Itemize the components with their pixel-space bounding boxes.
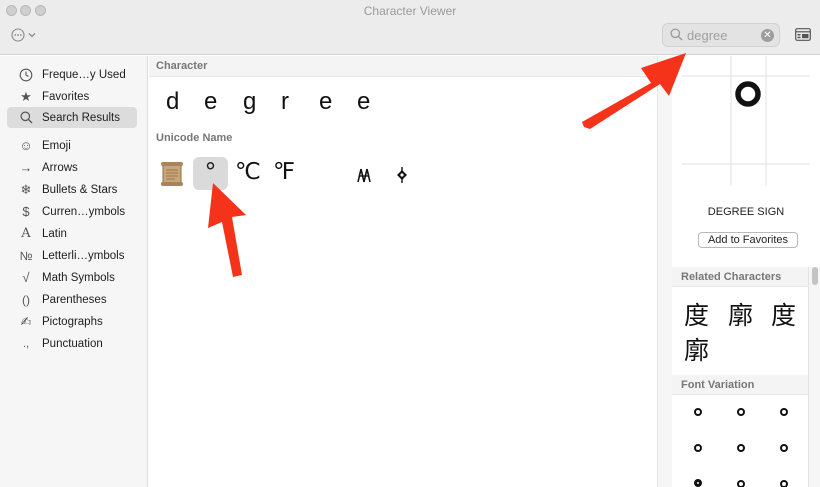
fahrenheit-char[interactable]: ℉ (273, 159, 295, 185)
numero-icon: № (19, 248, 33, 263)
character-name: DEGREE SIGN (707, 206, 785, 218)
search-input[interactable] (687, 27, 757, 43)
sidebar-item-label: Curren…ymbols (42, 205, 126, 218)
char-glyph: ° (204, 157, 217, 186)
collapse-viewer-icon[interactable] (795, 28, 811, 41)
sidebar-item-math-symbols[interactable]: √ Math Symbols (7, 267, 137, 288)
symbol-b-icon (397, 167, 407, 183)
character-viewer-window: Character Viewer ✕ (0, 0, 820, 487)
sidebar-item-label: Math Symbols (42, 271, 115, 284)
sidebar-item-label: Punctuation (42, 337, 103, 350)
sidebar-item-latin[interactable]: A Latin (7, 223, 137, 244)
punctuation-icon: ., (22, 337, 30, 350)
font-variation-glyph[interactable] (780, 480, 788, 487)
sidebar-item-bullets-stars[interactable]: ❄ Bullets & Stars (7, 179, 137, 200)
inspector-scrollbar[interactable] (808, 267, 820, 487)
sidebar-item-search-results[interactable]: Search Results (7, 107, 137, 128)
font-variation-glyph[interactable] (694, 408, 702, 416)
related-char[interactable]: 廓 (728, 296, 753, 332)
sidebar-item-favorites[interactable]: ★ Favorites (7, 86, 137, 107)
add-to-favorites-button[interactable]: Add to Favorites (698, 232, 798, 248)
arrow-icon: → (19, 160, 33, 175)
glyph-preview (682, 56, 810, 186)
sidebar-item-label: Emoji (42, 139, 71, 152)
sqrt-icon: √ (22, 270, 30, 285)
char-result-g[interactable]: g (243, 88, 256, 116)
parentheses-icon: () (22, 292, 30, 307)
sidebar-item-label: Pictographs (42, 315, 103, 328)
ellipsis-circle-icon (11, 28, 25, 42)
search-icon (18, 110, 34, 126)
font-variation-glyph[interactable] (694, 479, 702, 487)
char-result-e[interactable]: e (357, 88, 370, 116)
unicode-name-section-header: Unicode Name (149, 128, 657, 149)
celsius-char[interactable]: ℃ (235, 159, 261, 185)
character-grid: Character d e g r e e Unicode Name ° ℃ ℉ (149, 56, 657, 487)
char-result-e[interactable]: e (204, 88, 217, 116)
related-char[interactable]: 度 (771, 296, 796, 332)
symbol-a-icon (357, 168, 371, 183)
sidebar-item-letterlike-symbols[interactable]: № Letterli…ymbols (7, 245, 137, 266)
title-bar: Character Viewer ✕ (0, 0, 820, 55)
sidebar-item-label: Parentheses (42, 293, 107, 306)
sidebar-item-punctuation[interactable]: ., Punctuation (7, 333, 137, 354)
char-result-r[interactable]: r (281, 88, 289, 116)
clear-search-icon[interactable]: ✕ (761, 29, 774, 42)
sidebar-item-label: Arrows (42, 161, 78, 174)
font-variation-glyph[interactable] (737, 480, 745, 487)
latin-a-icon: A (21, 226, 31, 241)
category-sidebar: Freque…y Used ★ Favorites Search Results… (0, 56, 148, 487)
char-result-e[interactable]: e (319, 88, 332, 116)
sidebar-item-parentheses[interactable]: () Parentheses (7, 289, 137, 310)
dollar-icon: $ (22, 204, 30, 219)
sidebar-item-label: Letterli…ymbols (42, 249, 125, 262)
related-characters-header: Related Characters (672, 267, 808, 287)
action-menu-button[interactable] (11, 27, 41, 43)
smiley-icon: ☺ (19, 138, 33, 153)
related-char[interactable]: 廓 (684, 331, 709, 367)
sidebar-item-currency-symbols[interactable]: $ Curren…ymbols (7, 201, 137, 222)
star-icon: ★ (20, 88, 32, 104)
sidebar-item-pictographs[interactable]: ✍ Pictographs (7, 311, 137, 332)
pen-icon: ✍ (20, 313, 32, 329)
font-variation-header: Font Variation (672, 375, 808, 395)
sidebar-item-label: Search Results (42, 111, 120, 124)
sidebar-item-emoji[interactable]: ☺ Emoji (7, 135, 137, 156)
sidebar-item-label: Favorites (42, 90, 90, 103)
degree-sign-char[interactable]: ° (193, 157, 228, 190)
scroll-char[interactable] (159, 160, 185, 188)
sidebar-item-label: Latin (42, 227, 67, 240)
font-variation-glyph[interactable] (737, 444, 745, 452)
inspector-scroll-thumb[interactable] (812, 267, 818, 285)
symbol-char-a[interactable] (352, 164, 376, 186)
related-char[interactable]: 度 (684, 296, 709, 332)
character-section-header: Character (149, 56, 657, 77)
asterisk-icon: ❄ (20, 181, 32, 197)
window-title: Character Viewer (363, 4, 457, 18)
grid-scrollbar[interactable] (657, 56, 672, 487)
search-icon (670, 28, 683, 41)
font-variation-glyph[interactable] (694, 444, 702, 452)
sidebar-item-label: Freque…y Used (42, 68, 126, 81)
scroll-icon (161, 162, 183, 186)
symbol-char-b[interactable] (390, 164, 414, 186)
font-variation-glyph[interactable] (780, 444, 788, 452)
sidebar-item-arrows[interactable]: → Arrows (7, 157, 137, 178)
clock-icon (18, 67, 34, 83)
sidebar-item-frequently-used[interactable]: Freque…y Used (7, 64, 137, 85)
sidebar-item-label: Bullets & Stars (42, 183, 118, 196)
chevron-down-icon (28, 33, 36, 38)
font-variation-glyph[interactable] (737, 408, 745, 416)
char-result-d[interactable]: d (166, 88, 179, 116)
font-variation-glyph[interactable] (780, 408, 788, 416)
character-inspector: DEGREE SIGN Add to Favorites Related Cha… (672, 56, 820, 487)
search-field[interactable]: ✕ (662, 23, 780, 47)
